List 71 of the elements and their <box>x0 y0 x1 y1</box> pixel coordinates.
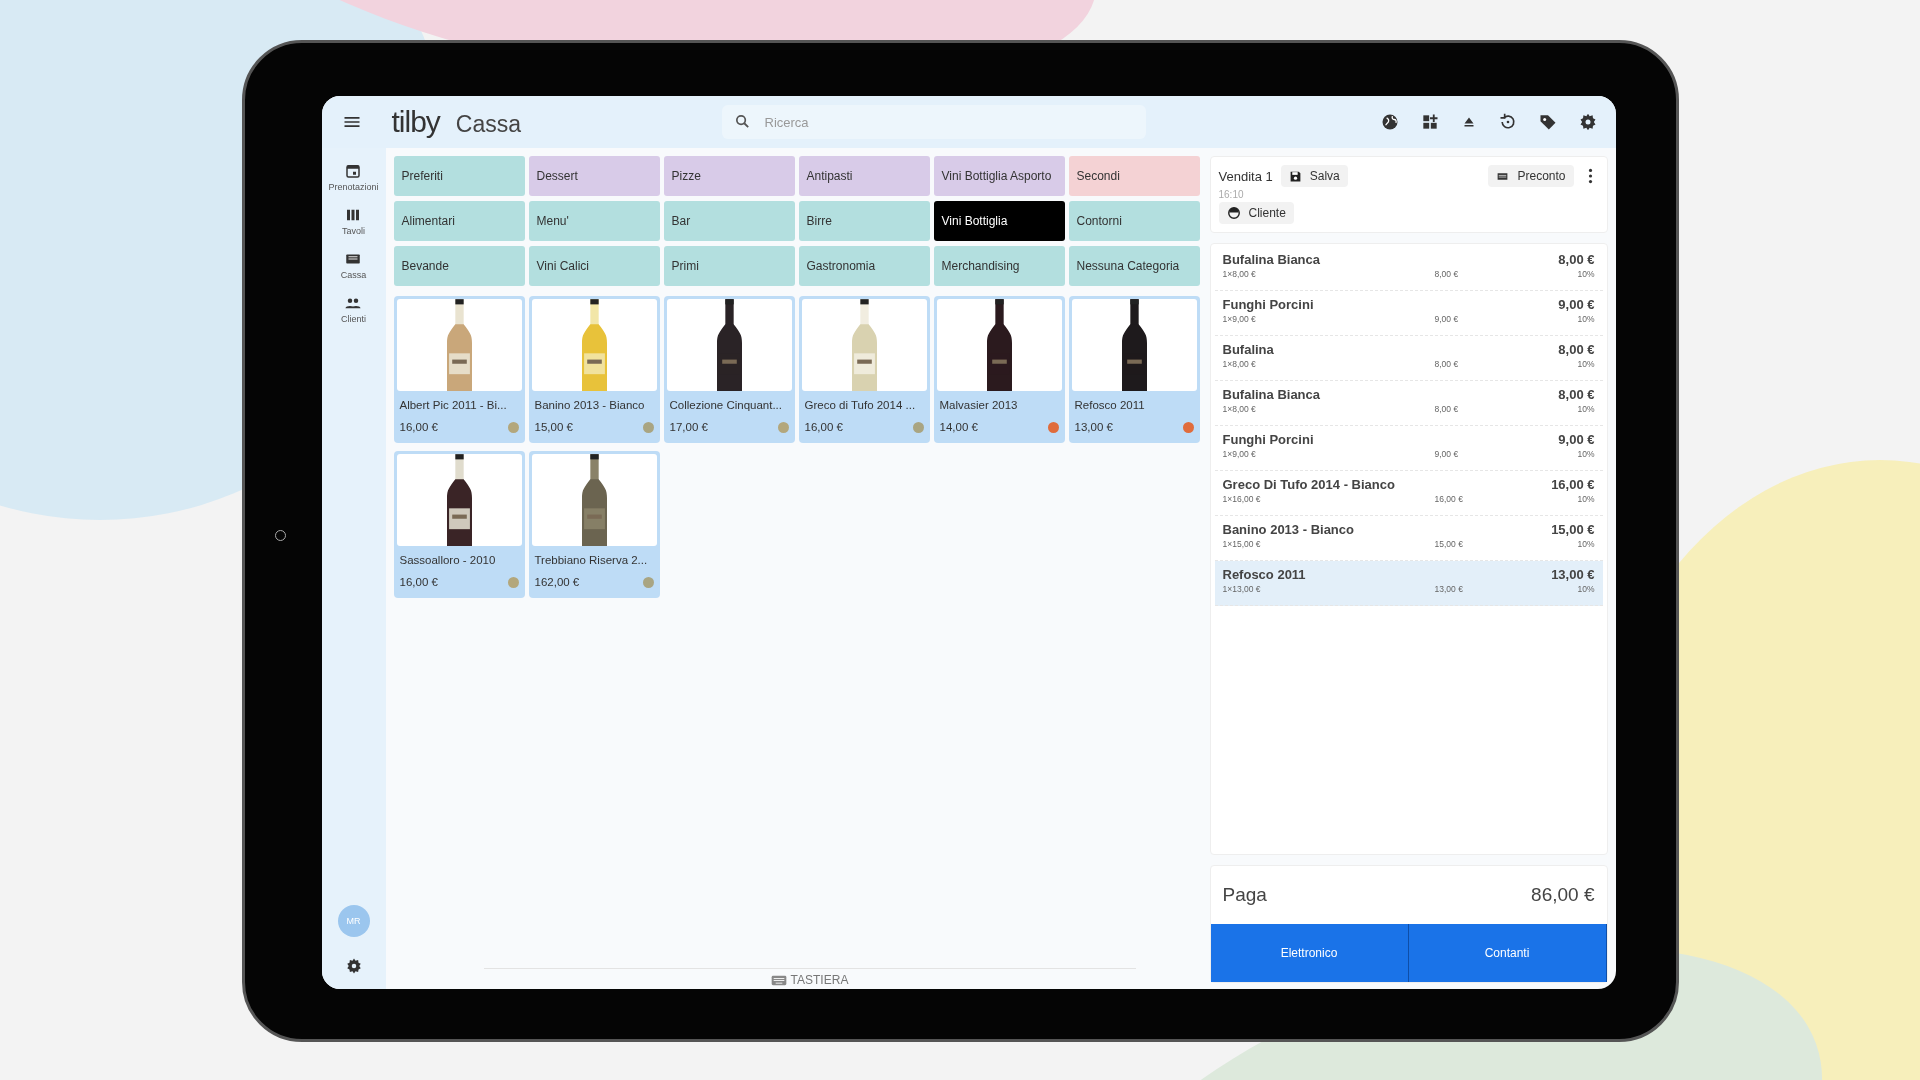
product-card[interactable]: Collezione Cinquant... 17,00 € <box>663 296 795 443</box>
product-name: Banino 2013 - Bianco <box>534 399 646 411</box>
category-tab[interactable]: Bevande <box>393 246 525 286</box>
product-name: Malvasier 2013 <box>939 399 1019 411</box>
product-name: Trebbiano Riserva 2... <box>534 554 649 566</box>
calendar-icon <box>344 162 363 180</box>
category-tab[interactable]: Preferiti <box>393 156 525 196</box>
product-price: 13,00 € <box>1074 421 1113 433</box>
sidebar-item[interactable]: Clienti <box>341 294 366 324</box>
order-line[interactable]: Greco Di Tufo 2014 - Bianco 16,00 € 1×16,00 € 16,00 € 10% <box>1214 471 1603 516</box>
product-card[interactable]: Malvasier 2013 14,00 € <box>933 296 1065 443</box>
sidebar-item[interactable]: Prenotazioni <box>328 162 379 192</box>
order-line[interactable]: Funghi Porcini 9,00 € 1×9,00 € 9,00 € 10% <box>1214 291 1603 336</box>
product-card[interactable]: Albert Pic 2011 - Bi... 16,00 € <box>393 296 525 443</box>
product-card[interactable]: Trebbiano Riserva 2... 162,00 € <box>528 451 660 598</box>
category-tab[interactable]: Bar <box>663 201 795 241</box>
category-tab[interactable]: Antipasti <box>798 156 930 196</box>
sidebar-item[interactable]: Cassa <box>340 250 367 280</box>
category-tab[interactable]: Secondi <box>1068 156 1200 196</box>
product-price: 16,00 € <box>399 576 438 588</box>
payment-button[interactable]: Contanti <box>1408 924 1607 982</box>
category-tab[interactable]: Vini Calici <box>528 246 660 286</box>
sale-title: Vendita 1 <box>1218 168 1273 184</box>
order-line[interactable]: Bufalina Bianca 8,00 € 1×8,00 € 8,00 € 10% <box>1214 246 1603 291</box>
product-name: Greco di Tufo 2014 ... <box>804 399 917 411</box>
keyboard-icon <box>770 974 787 986</box>
logo: tilby <box>391 105 440 139</box>
more-icon[interactable] <box>1587 168 1593 184</box>
face-icon <box>1226 206 1241 220</box>
search-field[interactable]: Ricerca <box>721 105 1146 139</box>
product-card[interactable]: Greco di Tufo 2014 ... 16,00 € <box>798 296 930 443</box>
settings-icon[interactable] <box>1577 112 1598 132</box>
category-tab[interactable]: Contorni <box>1068 201 1200 241</box>
keyboard-button[interactable]: TASTIERA <box>483 968 1136 989</box>
category-tab[interactable]: Nessuna Categoria <box>1068 246 1200 286</box>
product-name: Collezione Cinquant... <box>669 399 783 411</box>
sidebar-item[interactable]: Tavoli <box>342 206 365 236</box>
page-title: Cassa <box>455 111 522 138</box>
product-name: Albert Pic 2011 - Bi... <box>399 399 508 411</box>
precheck-button[interactable]: Preconto <box>1488 165 1574 187</box>
order-line[interactable]: Funghi Porcini 9,00 € 1×9,00 € 9,00 € 10% <box>1214 426 1603 471</box>
category-tab[interactable]: Pizze <box>663 156 795 196</box>
product-price: 162,00 € <box>534 576 580 588</box>
product-price: 16,00 € <box>399 421 438 433</box>
product-price: 15,00 € <box>534 421 573 433</box>
category-tab[interactable]: Primi <box>663 246 795 286</box>
order-line[interactable]: Bufalina 8,00 € 1×8,00 € 8,00 € 10% <box>1214 336 1603 381</box>
customer-button[interactable]: Cliente <box>1218 202 1294 224</box>
product-name: Refosco 2011 <box>1074 399 1146 411</box>
product-price: 16,00 € <box>804 421 843 433</box>
product-name: Sassoalloro - 2010 <box>399 554 497 566</box>
category-tab[interactable]: Vini Bottiglia <box>933 201 1065 241</box>
category-tab[interactable]: Birre <box>798 201 930 241</box>
product-card[interactable]: Sassoalloro - 2010 16,00 € <box>393 451 525 598</box>
category-tab[interactable]: Dessert <box>528 156 660 196</box>
save-icon <box>1288 169 1302 183</box>
category-tab[interactable]: Vini Bottiglia Asporto <box>933 156 1065 196</box>
pay-amount: 86,00 € <box>1531 884 1595 906</box>
product-price: 17,00 € <box>669 421 708 433</box>
sale-time: 16:10 <box>1218 189 1244 200</box>
order-line[interactable]: Bufalina Bianca 8,00 € 1×8,00 € 8,00 € 10% <box>1214 381 1603 426</box>
category-tab[interactable]: Merchandising <box>933 246 1065 286</box>
product-price: 14,00 € <box>939 421 978 433</box>
payment-button[interactable]: Elettronico <box>1210 924 1409 982</box>
product-card[interactable]: Banino 2013 - Bianco 15,00 € <box>528 296 660 443</box>
category-tab[interactable]: Menu' <box>528 201 660 241</box>
product-card[interactable]: Refosco 2011 13,00 € <box>1068 296 1200 443</box>
category-tab[interactable]: Alimentari <box>393 201 525 241</box>
category-tab[interactable]: Gastronomia <box>798 246 930 286</box>
save-button[interactable]: Salva <box>1280 165 1348 187</box>
pay-label: Paga <box>1222 884 1267 906</box>
